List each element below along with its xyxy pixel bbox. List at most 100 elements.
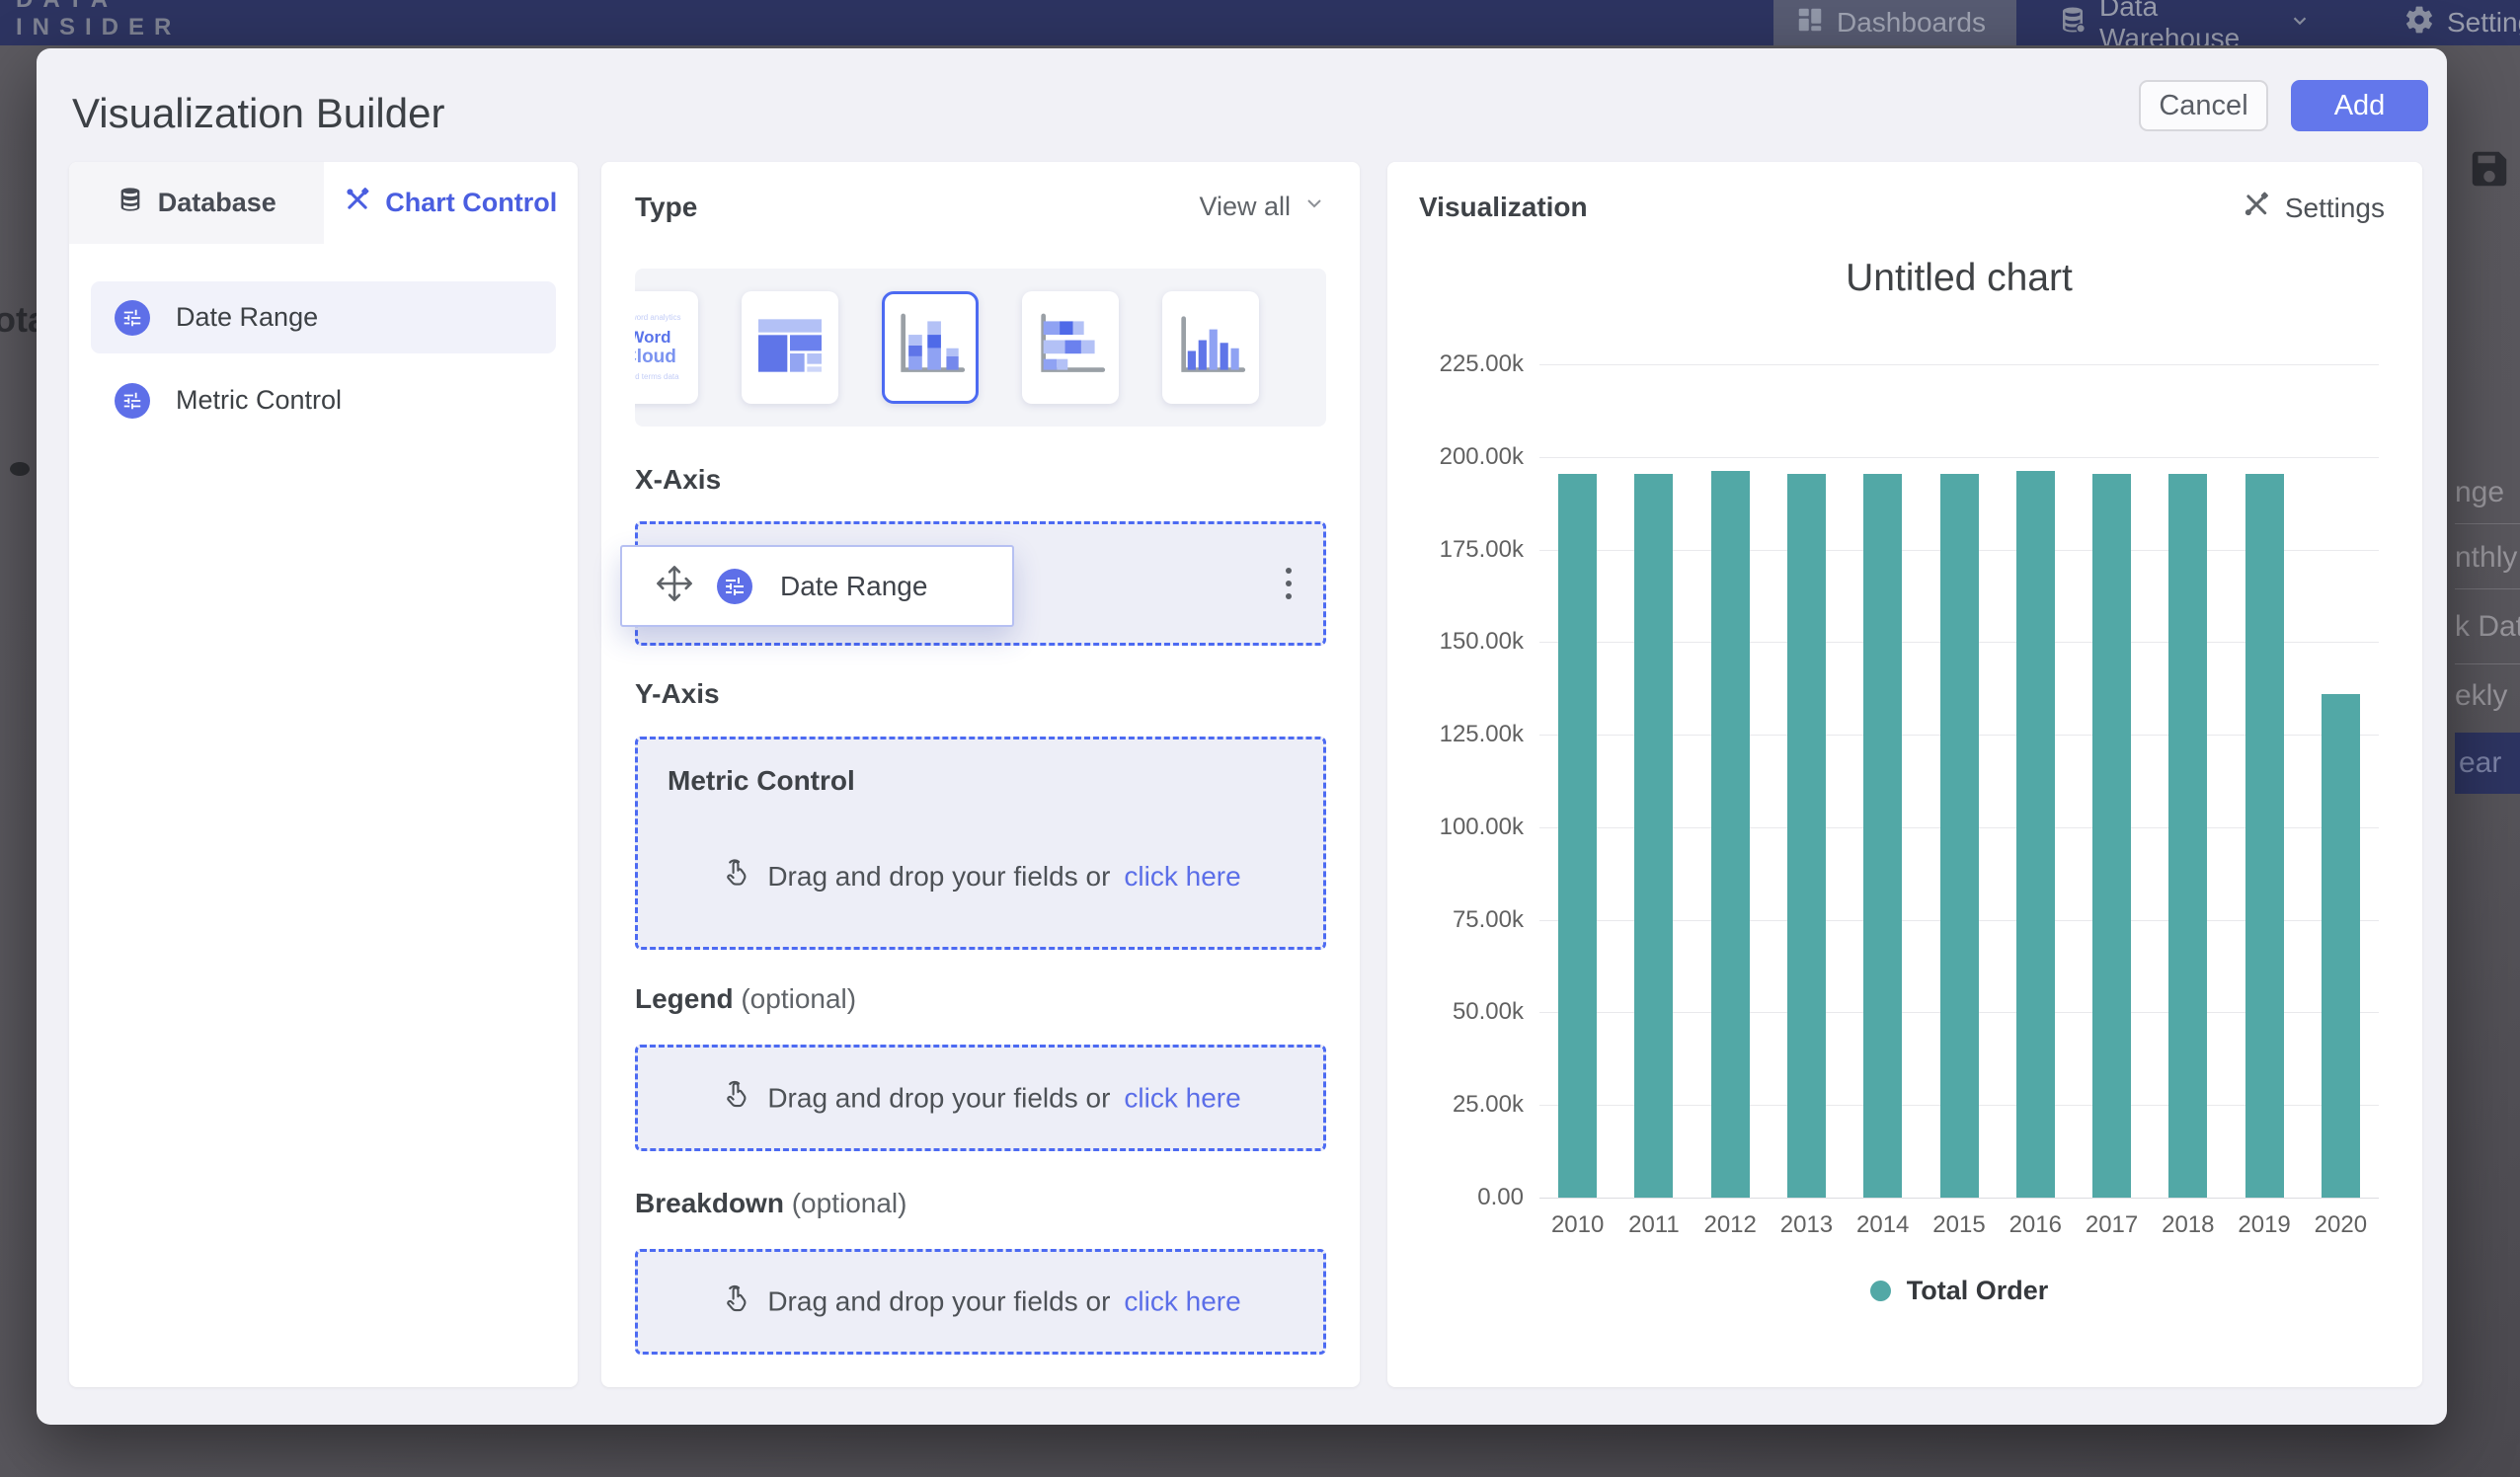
move-icon bbox=[654, 563, 695, 609]
view-all-label: View all bbox=[1199, 192, 1291, 222]
bar-2010 bbox=[1558, 474, 1597, 1198]
field-label: Date Range bbox=[176, 302, 318, 333]
x-axis-tick-label: 2011 bbox=[1615, 1211, 1692, 1239]
treemap-icon bbox=[750, 314, 829, 382]
y-axis-tick-label: 75.00k bbox=[1387, 906, 1524, 934]
drop-hint-text: Drag and drop your fields or bbox=[767, 861, 1110, 893]
x-axis-tick-label: 2017 bbox=[2074, 1211, 2150, 1239]
x-axis-tick-label: 2012 bbox=[1693, 1211, 1769, 1239]
y-axis-drop-zone[interactable]: Metric Control Drag and drop your fields… bbox=[635, 737, 1326, 950]
y-axis-tick-label: 0.00 bbox=[1387, 1184, 1524, 1211]
nav-item-dashboards[interactable]: Dashboards bbox=[1773, 0, 2016, 45]
chevron-down-icon bbox=[1302, 192, 1326, 222]
bar-2014 bbox=[1863, 474, 1902, 1198]
app-logo: DATAINSIDER bbox=[16, 0, 181, 41]
date-range-drag-chip[interactable]: Date Range bbox=[620, 545, 1014, 627]
drop-hint: Drag and drop your fields or click here bbox=[638, 1078, 1323, 1119]
nav-item-label: Settings bbox=[2447, 7, 2520, 39]
field-item-date-range[interactable]: Date Range bbox=[91, 281, 556, 353]
builder-panel: Type View all keyword analytics Word Clo… bbox=[601, 162, 1360, 1387]
modal-title: Visualization Builder bbox=[72, 90, 444, 137]
bar-2019 bbox=[2245, 474, 2284, 1198]
chart-type-stacked-column[interactable] bbox=[882, 291, 979, 404]
x-axis-tick-label: 2013 bbox=[1769, 1211, 1845, 1239]
x-axis-tick-label: 2018 bbox=[2150, 1211, 2226, 1239]
divider bbox=[2455, 588, 2520, 589]
x-axis-tick-label: 2014 bbox=[1845, 1211, 1921, 1239]
bar-2016 bbox=[2016, 471, 2055, 1198]
legend-heading: Legend (optional) bbox=[635, 983, 856, 1015]
drop-hint: Drag and drop your fields or click here bbox=[638, 856, 1323, 896]
drag-chip-label: Date Range bbox=[780, 571, 927, 602]
word-cloud-icon: keyword analytics Word Cloud cloud terms… bbox=[635, 308, 681, 387]
view-all-dropdown[interactable]: View all bbox=[1199, 192, 1326, 222]
breakdown-heading: Breakdown (optional) bbox=[635, 1188, 906, 1219]
gridline bbox=[1539, 457, 2379, 458]
bar-2017 bbox=[2092, 474, 2131, 1198]
gridline bbox=[1539, 364, 2379, 365]
x-axis-heading: X-Axis bbox=[635, 464, 721, 496]
nav-item-label: Dashboards bbox=[1837, 7, 1986, 39]
kebab-menu-icon[interactable] bbox=[1280, 562, 1298, 605]
stacked-column-icon bbox=[890, 310, 971, 386]
chart-type-treemap[interactable] bbox=[742, 291, 838, 404]
x-axis-tick-label: 2010 bbox=[1539, 1211, 1615, 1239]
chart-type-word-cloud[interactable]: keyword analytics Word Cloud cloud terms… bbox=[635, 291, 698, 404]
panel-tabs: Database Chart Control bbox=[69, 162, 578, 244]
bar-2020 bbox=[2322, 694, 2360, 1198]
drop-hint-text: Drag and drop your fields or bbox=[767, 1286, 1110, 1318]
click-here-link[interactable]: click here bbox=[1124, 1286, 1240, 1318]
tab-label: Chart Control bbox=[385, 188, 557, 218]
nav-item-data-warehouse[interactable]: Data Warehouse bbox=[2036, 0, 2332, 45]
breakdown-drop-zone[interactable]: Drag and drop your fields or click here bbox=[635, 1249, 1326, 1355]
dashboard-grid-icon bbox=[1795, 5, 1825, 41]
tab-chart-control[interactable]: Chart Control bbox=[324, 162, 579, 244]
stacked-bar-icon bbox=[1030, 310, 1111, 386]
background-menu-item: k Date bbox=[2455, 610, 2520, 644]
chart-type-column[interactable] bbox=[1162, 291, 1259, 404]
floppy-save-icon bbox=[2467, 146, 2512, 196]
add-button[interactable]: Add bbox=[2291, 80, 2428, 131]
divider bbox=[2455, 663, 2520, 664]
drop-hint: Drag and drop your fields or click here bbox=[638, 1282, 1323, 1322]
field-item-metric-control[interactable]: Metric Control bbox=[91, 364, 556, 436]
hammer-wrench-icon bbox=[344, 186, 371, 220]
chart-legend[interactable]: Total Order bbox=[1539, 1276, 2379, 1306]
y-axis-tick-label: 200.00k bbox=[1387, 443, 1524, 471]
divider bbox=[2455, 523, 2520, 524]
top-nav: DATAINSIDER Dashboards Data Warehouse Se… bbox=[0, 0, 2520, 45]
chart-type-strip[interactable]: keyword analytics Word Cloud cloud terms… bbox=[635, 269, 1326, 427]
tune-sliders-icon bbox=[717, 569, 752, 604]
chevron-down-icon bbox=[2289, 7, 2311, 39]
y-axis-tick-label: 25.00k bbox=[1387, 1091, 1524, 1119]
tab-database[interactable]: Database bbox=[69, 162, 324, 244]
bar-2018 bbox=[2168, 474, 2207, 1198]
click-here-link[interactable]: click here bbox=[1124, 1082, 1240, 1114]
tap-hand-icon bbox=[720, 1078, 753, 1119]
bar-2015 bbox=[1940, 474, 1979, 1198]
x-axis-tick-label: 2019 bbox=[2226, 1211, 2302, 1239]
y-axis-tick-label: 100.00k bbox=[1387, 814, 1524, 841]
tune-sliders-icon bbox=[115, 300, 150, 336]
tap-hand-icon bbox=[720, 856, 753, 896]
drop-hint-text: Drag and drop your fields or bbox=[767, 1082, 1110, 1114]
type-section-heading: Type bbox=[635, 192, 697, 223]
background-bullet-dot bbox=[10, 462, 30, 476]
background-menu-item: ekly bbox=[2455, 679, 2507, 713]
y-axis-tick-label: 150.00k bbox=[1387, 628, 1524, 656]
legend-series-label: Total Order bbox=[1907, 1276, 2049, 1306]
bar-2012 bbox=[1711, 471, 1750, 1198]
cancel-button[interactable]: Cancel bbox=[2139, 80, 2268, 131]
database-icon bbox=[117, 186, 144, 220]
bar-2013 bbox=[1787, 474, 1826, 1198]
background-menu-item: nthly bbox=[2455, 541, 2517, 575]
nav-item-settings[interactable]: Settings bbox=[2382, 0, 2520, 45]
database-icon bbox=[2058, 5, 2087, 41]
legend-drop-zone[interactable]: Drag and drop your fields or click here bbox=[635, 1045, 1326, 1151]
gridline bbox=[1539, 1198, 2379, 1199]
screen: DATAINSIDER Dashboards Data Warehouse Se… bbox=[0, 0, 2520, 1477]
chart-type-stacked-bar[interactable] bbox=[1022, 291, 1119, 404]
legend-marker-dot bbox=[1870, 1281, 1891, 1301]
click-here-link[interactable]: click here bbox=[1124, 861, 1240, 893]
visualization-panel: Visualization Settings Untitled chart 0.… bbox=[1387, 162, 2422, 1387]
